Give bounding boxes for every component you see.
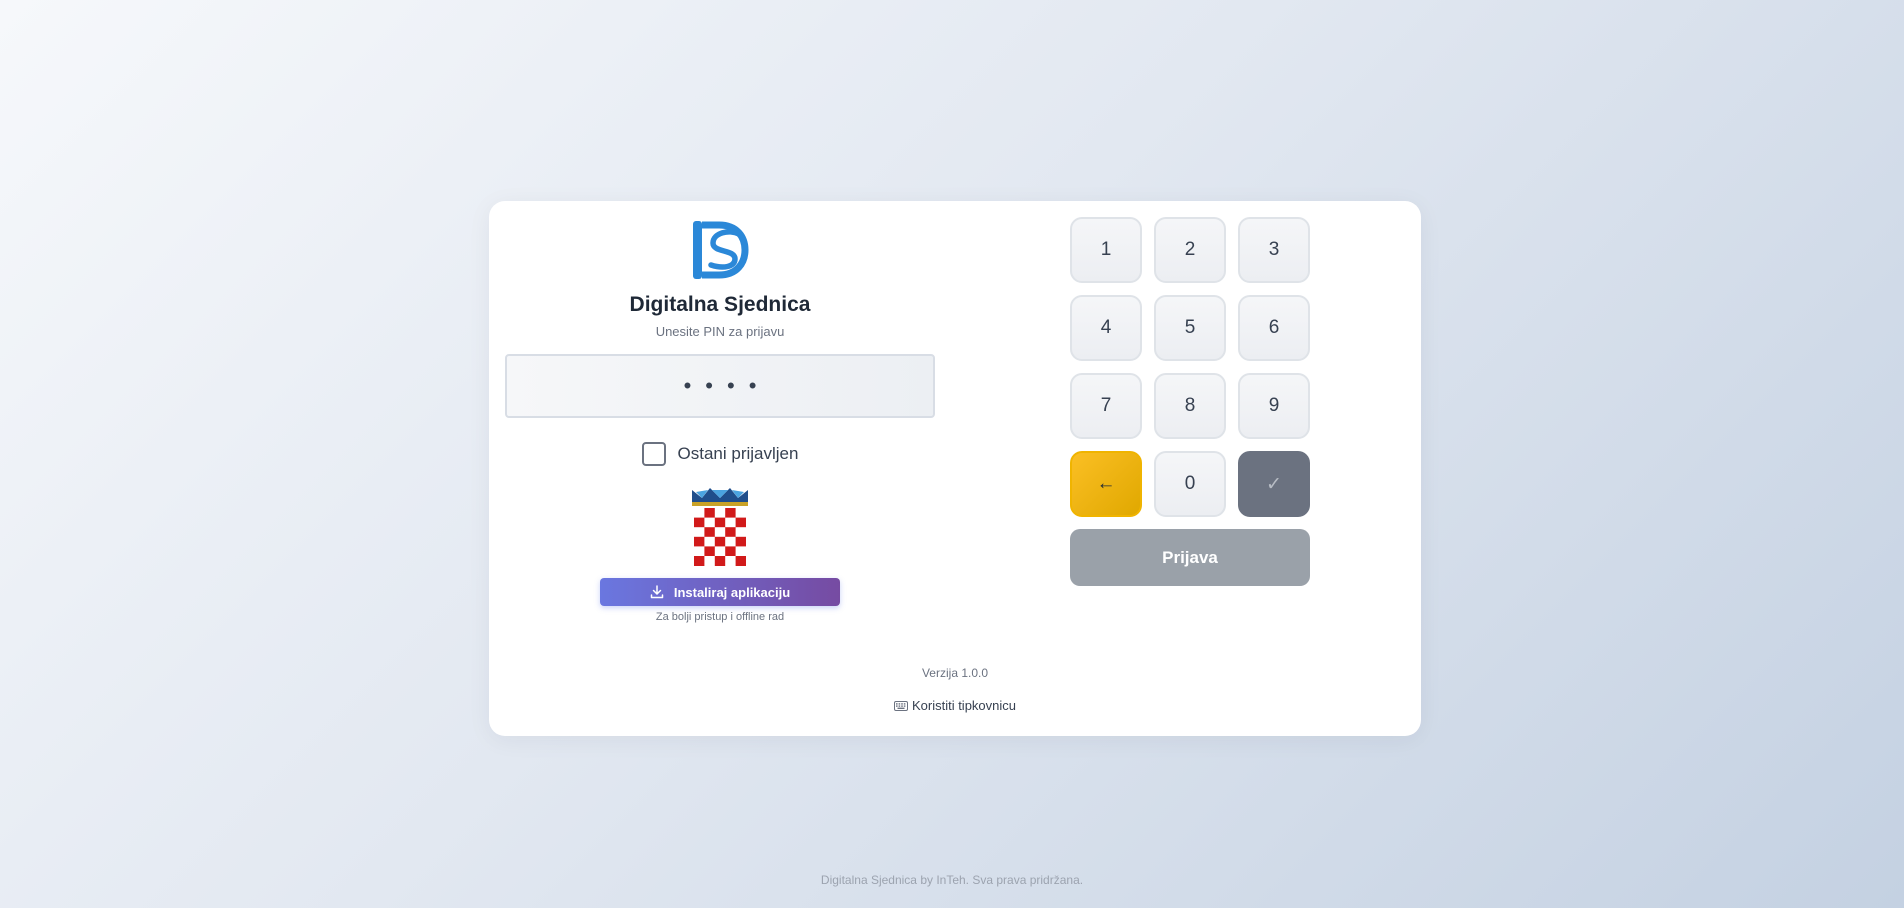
app-title: Digitalna Sjednica [629,293,811,316]
backspace-button[interactable]: ← [1070,451,1142,517]
ds-logo-icon [693,221,749,279]
keyboard-icon [893,700,908,711]
key-4[interactable]: 4 [1070,295,1142,361]
use-keyboard-link[interactable]: Koristiti tipkovnicu [489,698,1421,713]
download-icon [650,585,664,599]
login-button[interactable]: Prijava [1070,529,1310,586]
key-7[interactable]: 7 [1070,373,1142,439]
remember-me-checkbox[interactable] [641,442,666,466]
login-panel: Digitalna Sjednica Unesite PIN za prijav… [505,201,935,623]
key-8[interactable]: 8 [1154,373,1226,439]
pin-display[interactable]: •••• [505,354,935,418]
install-app-button[interactable]: Instaliraj aplikaciju [600,578,840,606]
login-subtitle: Unesite PIN za prijavu [655,324,785,339]
key-5[interactable]: 5 [1154,295,1226,361]
use-keyboard-label: Koristiti tipkovnicu [911,698,1017,713]
key-9[interactable]: 9 [1238,373,1310,439]
remember-me-label: Ostani prijavljen [677,444,799,463]
pin-keypad: 1 2 3 4 5 6 7 8 9 ← 0 ✓ Prijava [1070,217,1310,586]
install-note: Za bolji pristup i offline rad [655,611,785,623]
version-label: Verzija 1.0.0 [921,666,989,680]
croatian-coat-of-arms-icon [692,488,748,566]
key-2[interactable]: 2 [1154,217,1226,283]
key-3[interactable]: 3 [1238,217,1310,283]
key-1[interactable]: 1 [1070,217,1142,283]
key-6[interactable]: 6 [1238,295,1310,361]
keypad-grid: 1 2 3 4 5 6 7 8 9 ← 0 ✓ [1070,217,1310,517]
remember-me-toggle[interactable]: Ostani prijavljen [641,442,799,466]
confirm-button[interactable]: ✓ [1238,451,1310,517]
key-0[interactable]: 0 [1154,451,1226,517]
footer-copyright: Digitalna Sjednica by InTeh. Sva prava p… [820,873,1084,887]
install-app-label: Instaliraj aplikaciju [673,584,791,600]
login-card: Digitalna Sjednica Unesite PIN za prijav… [489,201,1421,736]
